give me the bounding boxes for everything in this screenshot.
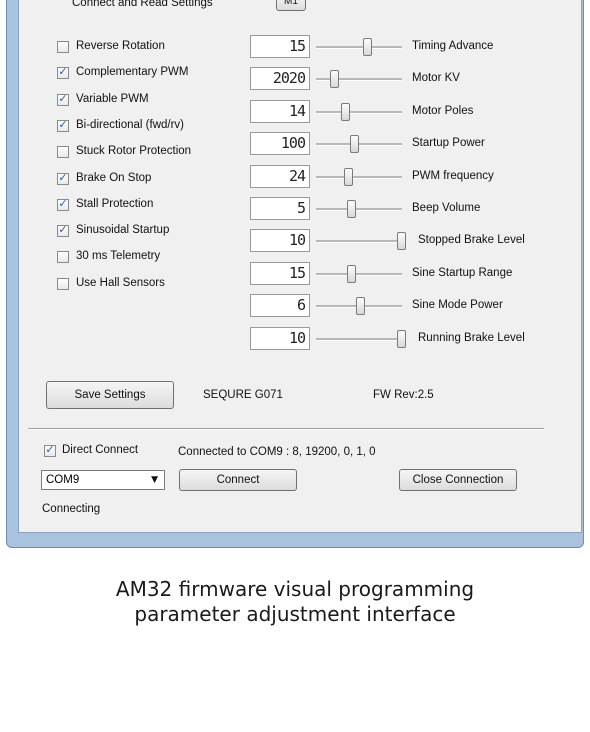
option-label: Stall Protection: [76, 198, 154, 210]
option-checkbox[interactable]: [57, 223, 69, 237]
option-label: 30 ms Telemetry: [76, 250, 161, 262]
device-name: SEQURE G071: [203, 389, 283, 401]
option-checkbox[interactable]: [57, 278, 69, 290]
parameter-value-box[interactable]: 14: [250, 100, 310, 123]
parameter-slider-track[interactable]: [316, 208, 402, 211]
option-checkbox[interactable]: [57, 118, 69, 132]
parameter-slider-thumb[interactable]: [397, 330, 406, 348]
com-port-value: COM9: [46, 474, 80, 486]
parameter-slider-track[interactable]: [316, 143, 402, 146]
parameter-slider-track[interactable]: [316, 240, 402, 243]
option-label: Variable PWM: [76, 93, 149, 105]
parameter-value-box[interactable]: 10: [250, 229, 310, 252]
parameter-slider-track[interactable]: [316, 111, 402, 114]
parameter-label: Stopped Brake Level: [418, 234, 525, 246]
option-checkbox[interactable]: [57, 65, 69, 79]
option-checkbox[interactable]: [57, 197, 69, 211]
option-checkbox[interactable]: [57, 92, 69, 106]
parameter-slider-track[interactable]: [316, 176, 402, 179]
option-label: Use Hall Sensors: [76, 277, 165, 289]
com-port-select[interactable]: COM9 ▼: [41, 470, 165, 490]
option-label: Complementary PWM: [76, 66, 189, 78]
caption-line-2: parameter adjustment interface: [134, 602, 456, 626]
firmware-revision: FW Rev:2.5: [373, 389, 434, 401]
parameter-label: Sine Mode Power: [412, 299, 503, 311]
parameter-slider-thumb[interactable]: [350, 135, 359, 153]
motor-select-button[interactable]: M1: [276, 0, 306, 11]
parameter-label: Motor KV: [412, 72, 460, 84]
option-checkbox[interactable]: [57, 146, 69, 158]
parameter-slider-track[interactable]: [316, 78, 402, 81]
parameter-value-box[interactable]: 24: [250, 165, 310, 188]
parameter-value-box[interactable]: 5: [250, 197, 310, 220]
option-label: Sinusoidal Startup: [76, 224, 170, 236]
parameter-value-box[interactable]: 10: [250, 327, 310, 350]
save-settings-button[interactable]: Save Settings: [46, 381, 174, 409]
parameter-label: Beep Volume: [412, 202, 481, 214]
connection-state: Connecting: [42, 503, 101, 515]
section-divider: [28, 428, 544, 430]
option-checkbox[interactable]: [57, 171, 69, 185]
option-label: Stuck Rotor Protection: [76, 145, 192, 157]
parameter-value-box[interactable]: 6: [250, 294, 310, 317]
parameter-value-box[interactable]: 15: [250, 262, 310, 285]
parameter-value-box[interactable]: 15: [250, 35, 310, 58]
option-label: Brake On Stop: [76, 172, 152, 184]
parameter-label: PWM frequency: [412, 170, 494, 182]
caption-line-1: AM32 firmware visual programming: [115, 577, 475, 601]
parameter-slider-thumb[interactable]: [363, 38, 372, 56]
parameter-slider-track[interactable]: [316, 273, 402, 276]
direct-connect-label: Direct Connect: [62, 444, 139, 456]
option-checkbox[interactable]: [57, 251, 69, 263]
connection-status-detail: Connected to COM9 : 8, 19200, 0, 1, 0: [178, 446, 376, 458]
parameter-slider-thumb[interactable]: [347, 265, 356, 283]
parameter-slider-thumb[interactable]: [356, 297, 365, 315]
option-label: Reverse Rotation: [76, 40, 165, 52]
parameter-slider-track[interactable]: [316, 46, 402, 49]
direct-connect-checkbox[interactable]: [44, 443, 56, 457]
parameter-value-box[interactable]: 100: [250, 132, 310, 155]
option-checkbox[interactable]: [57, 41, 69, 53]
chevron-down-icon: ▼: [151, 475, 158, 485]
parameter-slider-track[interactable]: [316, 338, 402, 341]
parameter-slider-thumb[interactable]: [347, 200, 356, 218]
parameter-label: Sine Startup Range: [412, 267, 513, 279]
parameter-label: Motor Poles: [412, 105, 474, 117]
parameter-label: Startup Power: [412, 137, 485, 149]
parameter-value-box[interactable]: 2020: [250, 67, 310, 90]
connect-read-label: Connect and Read Settings: [72, 0, 213, 9]
parameter-slider-thumb[interactable]: [397, 232, 406, 250]
parameter-label: Timing Advance: [412, 40, 494, 52]
parameter-slider-thumb[interactable]: [330, 70, 339, 88]
close-connection-button[interactable]: Close Connection: [399, 469, 517, 491]
option-label: Bi-directional (fwd/rv): [76, 119, 184, 131]
parameter-label: Running Brake Level: [418, 332, 525, 344]
parameter-slider-thumb[interactable]: [341, 103, 350, 121]
connect-button[interactable]: Connect: [179, 469, 297, 491]
parameter-slider-thumb[interactable]: [344, 168, 353, 186]
